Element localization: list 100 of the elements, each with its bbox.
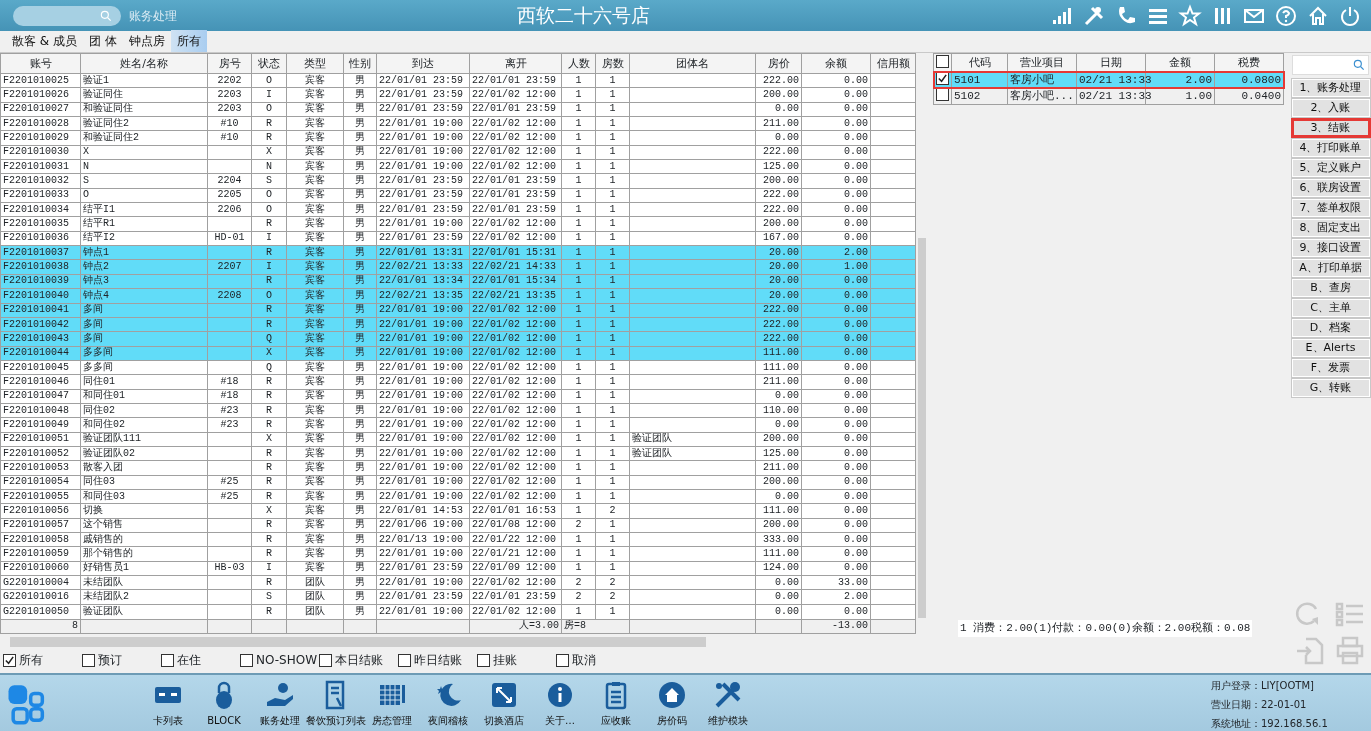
- column-header[interactable]: 账号: [0, 53, 81, 74]
- column-header[interactable]: 代码: [951, 53, 1008, 72]
- column-header[interactable]: 团体名: [629, 53, 756, 74]
- table-cell: 111.00: [763, 361, 799, 373]
- checkbox[interactable]: [319, 653, 332, 667]
- tab[interactable]: 所有: [170, 30, 207, 52]
- column-header[interactable]: 房数: [595, 53, 630, 74]
- table-cell: 宾客: [305, 418, 325, 430]
- column-header[interactable]: 离开: [469, 53, 562, 74]
- checkbox-label[interactable]: 所有: [19, 651, 43, 669]
- table-cell: 验证同住2: [83, 117, 129, 129]
- table-cell: 男: [355, 261, 365, 273]
- checkbox[interactable]: [82, 653, 95, 667]
- side-button[interactable]: 2、入账: [1291, 99, 1370, 117]
- table-cell: 125.00: [763, 447, 799, 459]
- tab[interactable]: 钟点房: [122, 30, 171, 52]
- table-cell: 男: [355, 304, 365, 316]
- table-cell: 22/01/01 19:00: [379, 375, 463, 387]
- side-button[interactable]: E、Alerts: [1291, 339, 1370, 357]
- column-header[interactable]: 信用额: [870, 53, 916, 74]
- scrollbar-thumb[interactable]: [918, 238, 926, 618]
- table-cell: 1: [609, 146, 616, 158]
- search-field[interactable]: [1292, 55, 1369, 75]
- checkbox[interactable]: [3, 653, 16, 667]
- side-button[interactable]: B、查房: [1291, 279, 1370, 297]
- table-cell: 1: [609, 361, 616, 373]
- table-cell: 0.00: [844, 404, 868, 416]
- help-icon[interactable]: [1273, 3, 1299, 28]
- checkbox-label[interactable]: 在住: [177, 651, 201, 669]
- toolbar-button[interactable]: 餐饮预订列表: [306, 680, 366, 728]
- side-button[interactable]: A、打印单据: [1291, 259, 1370, 277]
- search-field[interactable]: [13, 5, 121, 26]
- table-cell: 22/01/01 19:00: [379, 548, 463, 559]
- side-button[interactable]: D、档案: [1291, 319, 1370, 337]
- checkbox[interactable]: [161, 653, 174, 667]
- checkbox-label[interactable]: 挂账: [493, 651, 517, 669]
- checkbox[interactable]: [398, 653, 411, 667]
- table-cell: 111.00: [763, 505, 799, 516]
- charge-row[interactable]: 5102 客房小吧... 02/21 13:33 1.00 0.0400: [933, 87, 1284, 105]
- side-button[interactable]: 7、签单权限: [1291, 199, 1370, 217]
- checkbox-label[interactable]: 昨日结账: [414, 651, 462, 669]
- column-header[interactable]: 类型: [286, 53, 344, 74]
- table-cell: 0.00: [844, 390, 868, 402]
- side-button[interactable]: C、主单: [1291, 299, 1370, 317]
- tab[interactable]: 团 体: [83, 30, 123, 52]
- table-cell: 22/01/01 19:00: [379, 361, 463, 373]
- checkbox[interactable]: [477, 653, 490, 667]
- column-header[interactable]: 性别: [343, 53, 377, 74]
- table-cell: 0.00: [844, 218, 868, 230]
- tab[interactable]: 散客 & 成员: [6, 30, 83, 52]
- table-cell: 男: [355, 289, 365, 301]
- table-cell: 1: [575, 605, 582, 617]
- scrollbar-thumb[interactable]: [10, 637, 706, 647]
- charge-row[interactable]: 5101 客房小吧 02/21 13:33 2.00 0.0800: [933, 71, 1284, 88]
- column-header[interactable]: 状态: [251, 53, 287, 74]
- side-button[interactable]: 6、联房设置: [1291, 179, 1370, 197]
- side-button[interactable]: F、发票: [1291, 359, 1370, 377]
- side-button[interactable]: 4、打印账单: [1291, 139, 1370, 157]
- table-cell: 1: [575, 361, 582, 373]
- table-cell: 男: [355, 117, 365, 129]
- side-button[interactable]: 1、账务处理: [1291, 79, 1370, 97]
- column-header[interactable]: 房号: [207, 53, 252, 74]
- checkbox-label[interactable]: 取消: [572, 651, 596, 669]
- checkbox-label[interactable]: NO-SHOW: [256, 651, 318, 669]
- checkbox[interactable]: [240, 653, 253, 667]
- side-button[interactable]: 8、固定支出: [1291, 219, 1370, 237]
- table-cell: 宾客: [305, 103, 325, 115]
- side-button[interactable]: 3、结账: [1291, 119, 1370, 137]
- table-cell: 22/01/01 23:59: [379, 203, 463, 215]
- side-button[interactable]: G、转账: [1291, 379, 1370, 397]
- checkbox-label[interactable]: 本日结账: [335, 651, 383, 669]
- side-button[interactable]: 9、接口设置: [1291, 239, 1370, 257]
- table-cell: HD-01: [214, 232, 245, 244]
- column-header[interactable]: 税费: [1214, 53, 1284, 72]
- search-icon: [99, 8, 113, 23]
- column-header[interactable]: 金额: [1145, 53, 1215, 72]
- column-header[interactable]: 日期: [1076, 53, 1146, 72]
- table-cell: 男: [355, 332, 365, 344]
- table-cell: 22/01/01 13:31: [379, 246, 463, 258]
- column-header[interactable]: 房价: [755, 53, 802, 74]
- column-header[interactable]: 营业项目: [1007, 53, 1077, 72]
- table-cell: 宾客: [305, 562, 325, 574]
- table-cell: 2207: [217, 261, 242, 273]
- column-header[interactable]: 到达: [376, 53, 470, 74]
- table-cell: 0.00: [775, 390, 799, 402]
- star-icon[interactable]: [1177, 3, 1203, 28]
- expand-icon: [489, 680, 519, 710]
- table-cell: R: [266, 246, 272, 258]
- side-button[interactable]: 5、定义账户: [1291, 159, 1370, 177]
- checkbox[interactable]: [936, 54, 949, 68]
- table-cell: F2201010047: [3, 390, 69, 402]
- column-header[interactable]: 人数: [561, 53, 596, 74]
- column-header[interactable]: 余额: [801, 53, 871, 74]
- column-header[interactable]: 姓名/名称: [80, 53, 208, 74]
- checkbox[interactable]: [936, 72, 949, 85]
- checkbox-label[interactable]: 预订: [98, 651, 122, 669]
- table-cell: 1: [609, 175, 616, 187]
- table-cell: #23: [220, 404, 239, 416]
- checkbox[interactable]: [556, 653, 569, 667]
- table-cell: 200.00: [763, 433, 799, 445]
